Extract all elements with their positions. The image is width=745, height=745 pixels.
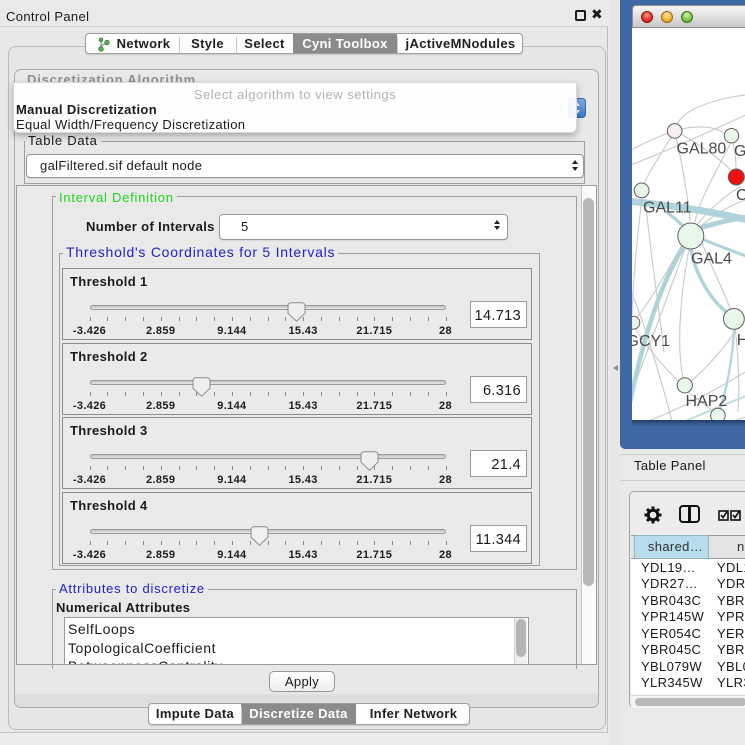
svg-text:GAL80: GAL80 <box>677 141 727 158</box>
svg-text:GA: GA <box>734 143 745 160</box>
svg-text:GAL11: GAL11 <box>643 200 692 217</box>
svg-text:HA: HA <box>737 332 745 349</box>
svg-text:CD: CD <box>736 187 745 204</box>
svg-text:GAL4: GAL4 <box>691 251 732 268</box>
svg-text:GCY1: GCY1 <box>632 333 670 350</box>
svg-text:HAP2: HAP2 <box>686 393 728 410</box>
